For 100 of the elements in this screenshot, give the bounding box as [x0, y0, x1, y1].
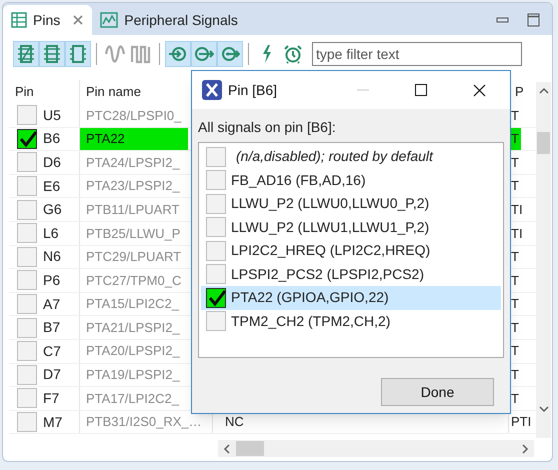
scroll-right-icon[interactable] [520, 444, 530, 454]
circle-arrow-icon [194, 44, 214, 64]
vertical-scrollbar[interactable] [536, 82, 551, 438]
checkbox[interactable] [17, 341, 37, 362]
toolbar-button[interactable] [39, 41, 65, 67]
table-cell-text: TI [510, 200, 524, 219]
list-item[interactable]: (n/a,disabled); routed by default [201, 145, 501, 168]
checkbox[interactable] [17, 223, 37, 244]
table-cell-text: B7 [43, 318, 60, 338]
checkbox[interactable] [17, 105, 37, 126]
table-cell-text: F7 [43, 388, 60, 408]
checkbox[interactable] [17, 200, 37, 220]
column-header[interactable]: Pin [15, 82, 34, 102]
alarm-clock-icon [283, 44, 303, 64]
table-cell-text: M7 [43, 412, 62, 432]
horizontal-scrollbar[interactable] [218, 440, 534, 457]
scroll-up-icon[interactable] [538, 86, 548, 96]
circle-arrow-icon [220, 44, 240, 64]
column-header[interactable]: Pin name [86, 82, 141, 102]
heading-label: All signals on pin [B6]: [197, 118, 337, 137]
checkbox[interactable] [206, 217, 226, 238]
list-item[interactable]: PTA22 (GPIOA,GPIO,22) [201, 286, 501, 310]
table-cell-text: PTC27/TPM0_C [85, 272, 182, 290]
list-item[interactable]: FB_AD16 (FB,AD,16) [201, 168, 501, 192]
list-item[interactable]: LPI2C2_HREQ (LPI2C2,HREQ) [201, 239, 501, 262]
square-wave-icon [131, 44, 151, 64]
column-header[interactable]: P [515, 82, 524, 102]
chip-icon [68, 44, 88, 64]
checkbox[interactable] [206, 311, 226, 332]
table-cell-text: G6 [43, 200, 62, 220]
toolbar-button[interactable] [13, 41, 39, 67]
table-cell-text: TI [510, 224, 524, 243]
checkbox[interactable] [206, 194, 226, 214]
table-cell-text: PTA19/LPSPI2_ [85, 366, 181, 384]
table-cell-text: PTC29/LPUART [85, 248, 182, 266]
table-cell-text: PTB31/I2S0_RX_… [85, 413, 202, 432]
table-cell-text: PTA24/LPSPI2_ [85, 154, 181, 172]
checkbox[interactable] [206, 170, 226, 190]
scroll-left-icon[interactable] [222, 444, 232, 454]
scrollbar-thumb[interactable] [537, 132, 550, 154]
table-cell-text: T [510, 272, 520, 290]
checkbox[interactable] [17, 246, 37, 267]
checkbox[interactable] [17, 318, 37, 338]
table-cell-text: T [510, 248, 520, 266]
chip-icon [42, 44, 62, 64]
table-cell-text: PTC28/LPSPI0_ [85, 106, 182, 125]
checkbox[interactable] [206, 288, 226, 308]
table-cell-text: PTA20/LPSPI2_ [85, 342, 181, 360]
table-cell-text: T [510, 177, 520, 196]
list-item[interactable]: LPSPI2_PCS2 (LPSPI2,PCS2) [201, 262, 501, 286]
checkbox[interactable] [206, 146, 226, 167]
checkbox[interactable] [17, 294, 37, 314]
checkbox[interactable] [17, 152, 37, 172]
table-cell-text: A7 [43, 294, 60, 314]
list-item[interactable]: TPM2_CH2 (TPM2,CH,2) [201, 310, 501, 333]
table-cell-text: U5 [43, 106, 61, 125]
maximize-icon[interactable] [415, 84, 427, 96]
checkbox[interactable] [206, 240, 226, 261]
table-cell-text: PTB11/LPUART [85, 200, 180, 219]
table-cell-text: T [510, 318, 520, 337]
table-cell-text: T [510, 106, 520, 125]
app-icon [202, 80, 222, 100]
checkbox[interactable] [17, 364, 37, 385]
table-cell-text: PTA23/LPSPI2_ [85, 177, 181, 196]
checkbox[interactable] [17, 412, 37, 432]
checkbox[interactable] [17, 128, 37, 149]
chip-icon [16, 44, 36, 64]
list-item[interactable]: LLWU_P2 (LLWU1,LLWU1_P,2) [201, 216, 501, 239]
table-cell-text: PTA17/LPI2C2_ [85, 390, 180, 408]
table-icon [11, 12, 27, 28]
done-button[interactable]: Done [381, 378, 494, 406]
toolbar-button[interactable] [65, 41, 91, 67]
toolbar-button[interactable] [191, 41, 217, 67]
table-cell-text: PTB25/LLWU_P [85, 224, 182, 243]
table-cell: PTA22 [80, 128, 188, 150]
table-cell-text: E6 [43, 176, 60, 196]
table-cell-text: T [510, 342, 520, 360]
scrollbar-thumb[interactable] [236, 441, 264, 456]
toolbar-button[interactable] [165, 41, 191, 67]
table-cell-text: L6 [43, 224, 59, 243]
checkbox[interactable] [17, 388, 37, 408]
close-icon[interactable] [473, 84, 486, 96]
table-cell-text: N6 [43, 247, 61, 266]
filter-field[interactable]: type filter text [312, 42, 522, 66]
table-cell-text: PTA15/LPI2C2_ [85, 295, 180, 314]
view-tab[interactable]: Peripheral Signals [92, 5, 246, 35]
list-item[interactable]: LLWU_P2 (LLWU0,LLWU0_P,2) [201, 192, 501, 216]
checkbox[interactable] [17, 176, 37, 196]
checkbox[interactable] [206, 264, 226, 284]
toolbar-button[interactable] [217, 41, 243, 67]
table-cell-text: PTI [510, 413, 532, 432]
checkbox[interactable] [17, 270, 37, 290]
view-tab[interactable]: Pins [3, 5, 92, 35]
scroll-down-icon[interactable] [538, 404, 548, 414]
circle-arrow-icon [168, 44, 188, 64]
table-cell-text: C7 [43, 342, 61, 361]
table-cell-text: D6 [43, 152, 61, 172]
table-cell-text: B6 [43, 129, 60, 148]
table-cell-text: P6 [43, 270, 60, 290]
window-title: Pin [B6] [228, 80, 278, 100]
